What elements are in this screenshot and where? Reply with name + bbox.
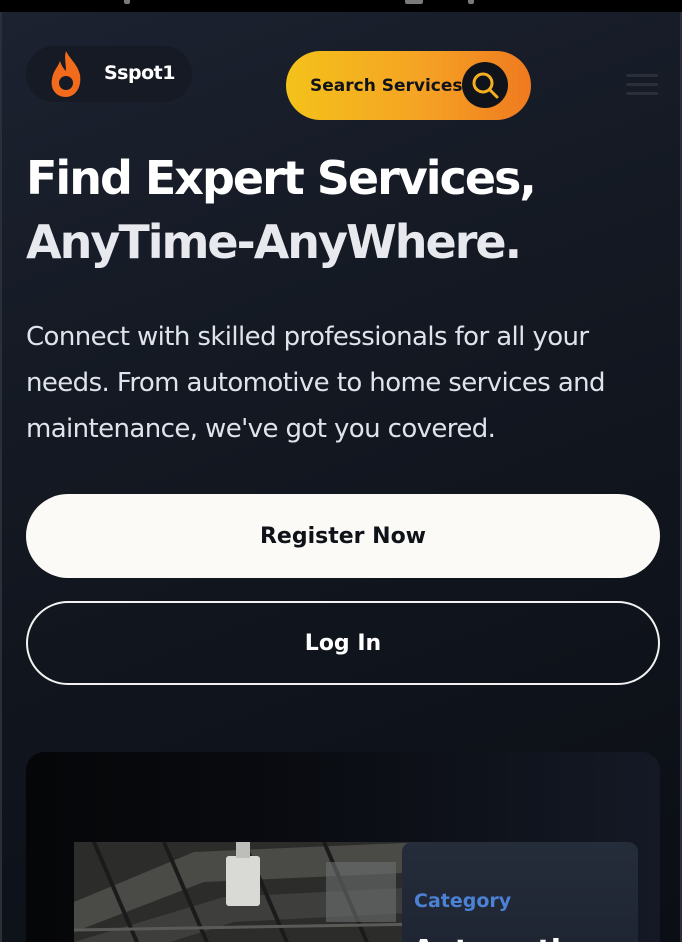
category-label: Category xyxy=(414,890,512,912)
register-now-button[interactable]: Register Now xyxy=(26,494,660,578)
hero-title: Find Expert Services, AnyTime-AnyWhere. xyxy=(26,146,626,274)
hero-description: Connect with skilled professionals for a… xyxy=(26,322,606,444)
search-services-label: Search Services xyxy=(310,76,463,96)
garage-ceiling-image xyxy=(74,842,426,942)
strip-mark xyxy=(468,0,474,4)
category-image xyxy=(74,842,426,942)
category-info-panel: Category Automotive xyxy=(402,842,638,942)
strip-mark xyxy=(124,0,130,4)
hero-title-line2: AnyTime-AnyWhere. xyxy=(26,215,522,269)
brand-logo[interactable]: Sspot1 xyxy=(26,46,192,102)
service-category-card[interactable]: Category Automotive xyxy=(26,752,660,942)
brand-name: Sspot1 xyxy=(104,62,175,84)
search-icon xyxy=(462,62,508,108)
log-in-button[interactable]: Log In xyxy=(26,601,660,685)
category-title: Automotive xyxy=(412,934,599,942)
strip-mark xyxy=(405,0,423,4)
flame-icon xyxy=(51,51,81,97)
hero-title-line1: Find Expert Services, xyxy=(26,151,537,205)
app-viewport: Sspot1 Search Services Find Expert Servi… xyxy=(0,12,682,942)
search-services-button[interactable]: Search Services xyxy=(286,51,531,120)
hamburger-menu-icon[interactable] xyxy=(626,74,658,98)
